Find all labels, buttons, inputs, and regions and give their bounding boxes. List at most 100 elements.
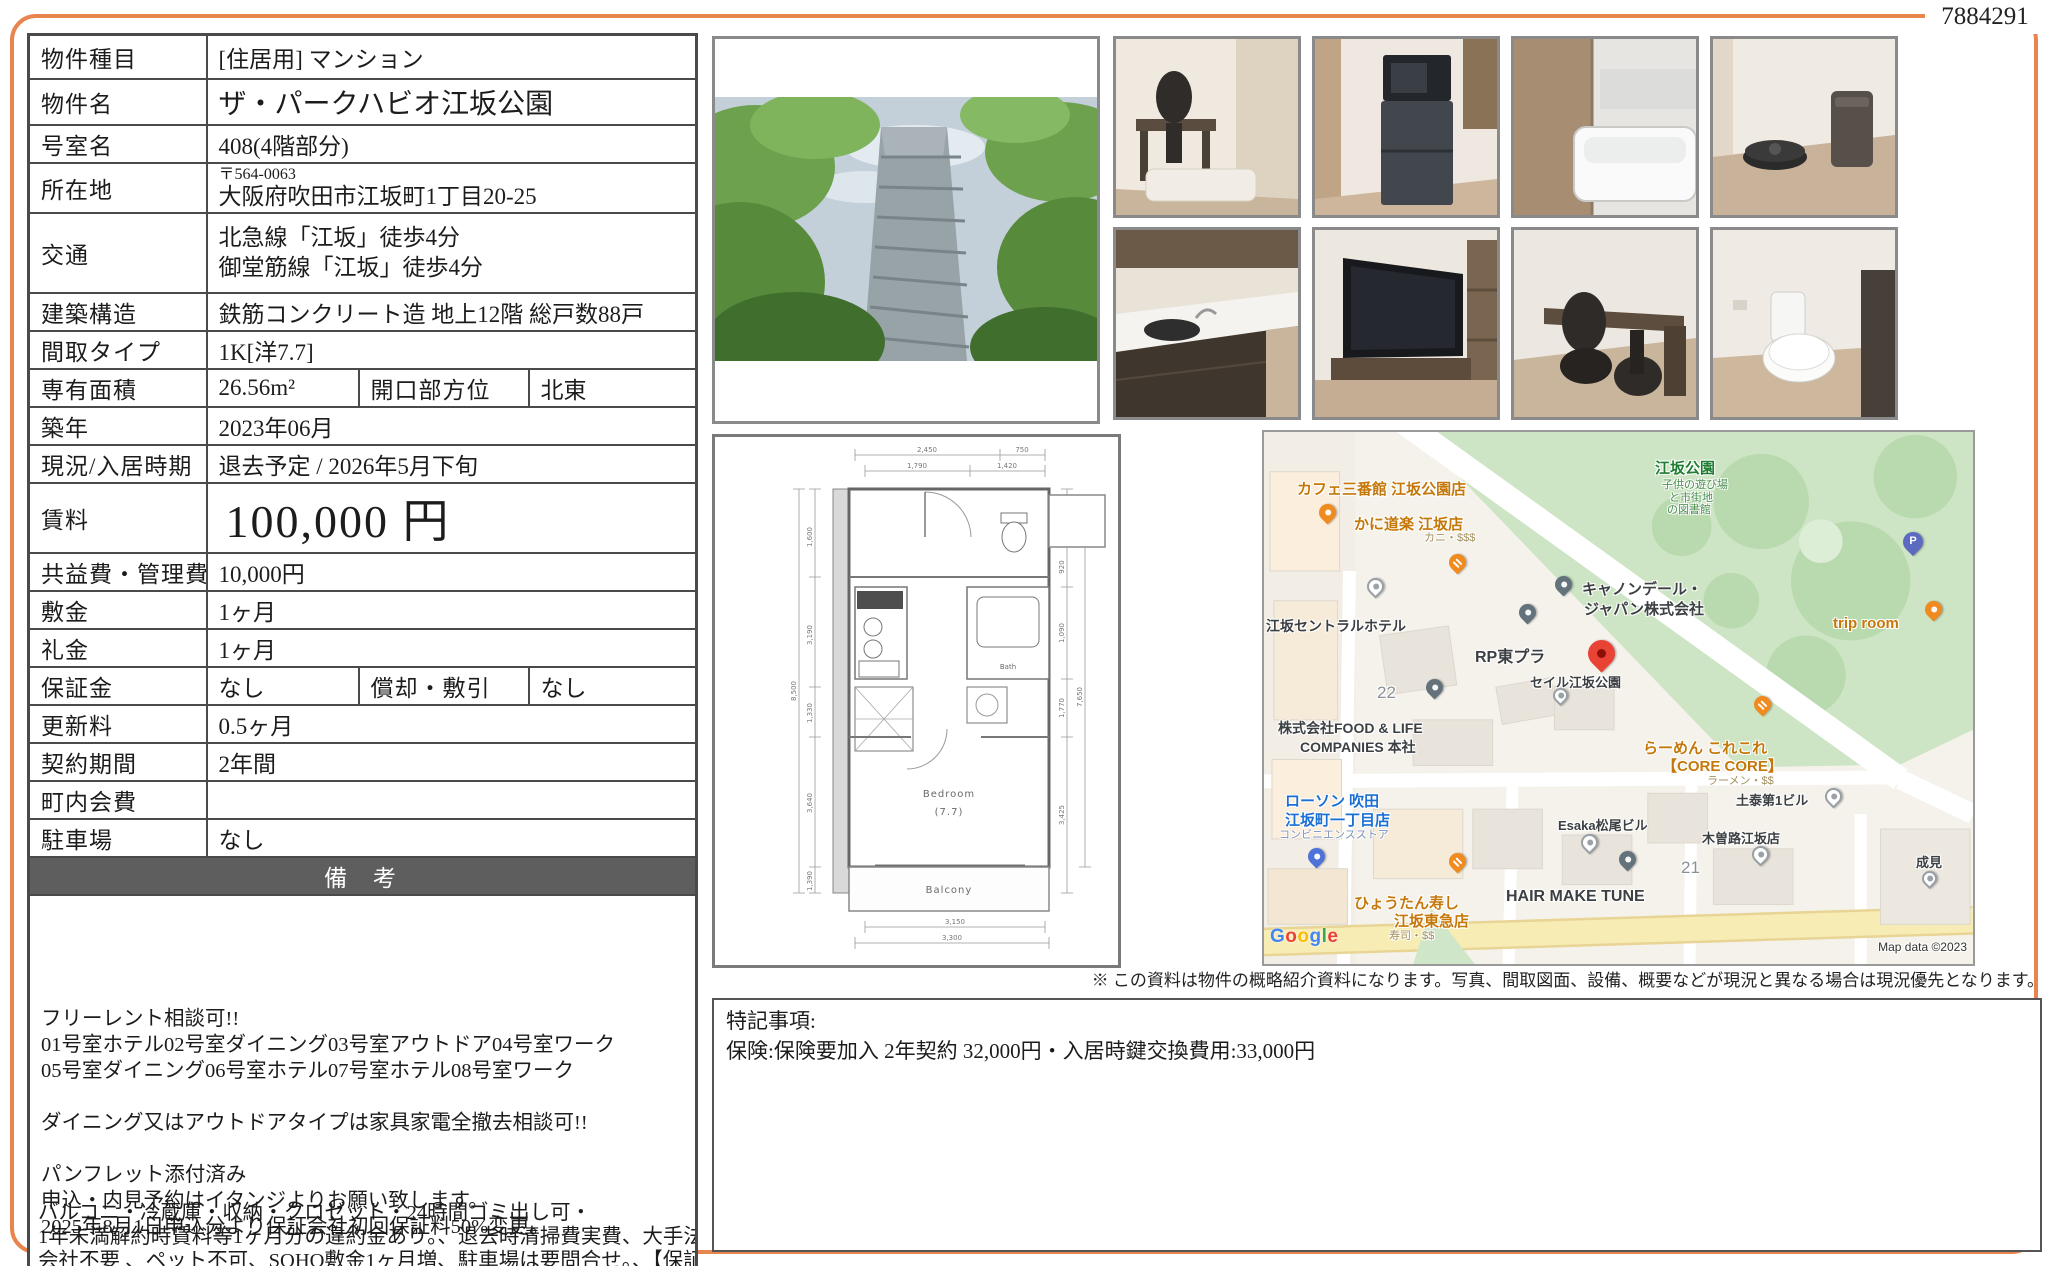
value-neighborhood-fee: [207, 781, 697, 819]
svg-text:3,190: 3,190: [806, 625, 814, 645]
value-rent: 100,000 円: [207, 483, 697, 553]
floor-plan: 2,450 750 1,790 1,420 1,600 3,190 1,330 …: [712, 434, 1121, 968]
photo-fridge-microwave: [1312, 36, 1500, 218]
value-opening-direction: 北東: [529, 369, 697, 407]
photo-desk-corner: [1511, 227, 1699, 420]
label-rent: 賃料: [29, 483, 207, 553]
photo-kitchen: [1113, 227, 1301, 420]
value-amortization: なし: [529, 667, 697, 705]
value-address: 〒564-0063 大阪府吹田市江坂町1丁目20-25: [207, 163, 697, 213]
parking-pin: P: [1899, 528, 1927, 556]
label-property-type: 物件種目: [29, 35, 207, 79]
svg-text:7,650: 7,650: [1076, 687, 1084, 707]
label-deposit: 敷金: [29, 591, 207, 629]
label-guarantee-deposit: 保証金: [29, 667, 207, 705]
map-label-sail-esaka: セイル江坂公園: [1530, 672, 1621, 691]
map-label-esaka-matsuo: Esaka松尾ビル: [1558, 815, 1648, 834]
property-flyer-page: 7884291 物件種目 [住居用] マンション 物件名 ザ・パークハビオ江坂公…: [0, 0, 2056, 1266]
label-contract-period: 契約期間: [29, 743, 207, 781]
map-label-food-life-1: 株式会社FOOD & LIFE: [1278, 718, 1423, 738]
label-neighborhood-fee: 町内会費: [29, 781, 207, 819]
location-map: P カフェ三番館 江坂公園店 かに道楽 江坂店 カニ・$$$ 江坂公園 子供の遊…: [1262, 430, 1975, 966]
map-label-hyotan-sub: 寿司・$$: [1389, 927, 1434, 943]
remarks-cell: フリーレント相談可!! 01号室ホテル02号室ダイニング03号室アウトドア04号…: [29, 895, 697, 1266]
google-letter: o: [1285, 926, 1297, 947]
map-background: [1264, 432, 1973, 964]
remarks-line: 05号室ダイニング06号室ホテル07号室ホテル08号室ワーク: [41, 1058, 689, 1084]
map-label-lawson-sub: コンビニエンスストア: [1279, 826, 1389, 842]
label-address: 所在地: [29, 163, 207, 213]
svg-text:3,425: 3,425: [1058, 805, 1066, 825]
map-label-esaka-central-hotel: 江坂セントラルホテル: [1266, 616, 1406, 636]
transport-line-1: 北急線「江坂」徒歩4分: [219, 223, 690, 253]
value-status-movein: 退去予定 / 2026年5月下旬: [207, 445, 697, 483]
document-id: 7884291: [1925, 0, 2045, 34]
label-opening-direction: 開口部方位: [359, 369, 529, 407]
value-parking: なし: [207, 819, 697, 857]
label-status-movein: 現況/入居時期: [29, 445, 207, 483]
remarks-line: 01号室ホテル02号室ダイニング03号室アウトドア04号室ワーク: [41, 1032, 689, 1058]
label-key-money: 礼金: [29, 629, 207, 667]
svg-text:3,150: 3,150: [945, 918, 965, 926]
map-label-cafe-sanbankan: カフェ三番館 江坂公園店: [1297, 478, 1466, 499]
map-label-cannondale-2: ジャパン株式会社: [1584, 598, 1704, 619]
label-property-name: 物件名: [29, 79, 207, 125]
map-label-dotai-bldg: 土泰第1ビル: [1736, 790, 1808, 809]
photo-tv-stand: [1312, 227, 1500, 420]
svg-text:2,450: 2,450: [917, 446, 937, 454]
map-label-food-life-2: COMPANIES 本社: [1300, 737, 1416, 757]
value-deposit: 1ヶ月: [207, 591, 697, 629]
svg-text:3,300: 3,300: [942, 934, 962, 942]
special-notes-title: 特記事項:: [726, 1006, 2028, 1036]
svg-text:1,390: 1,390: [806, 871, 814, 891]
postal-code: 〒564-0063: [219, 166, 690, 184]
map-label-rp-higashi: RP東プラ: [1475, 643, 1545, 667]
value-property-type: [住居用] マンション: [207, 35, 697, 79]
remarks-line: 会社不要 、ペット不可、SOHO敷金1ヶ月増、駐車場は要問合せ。、【保証人代: [38, 1249, 691, 1266]
property-spec-table: 物件種目 [住居用] マンション 物件名 ザ・パークハビオ江坂公園 号室名 40…: [27, 33, 698, 1266]
value-guarantee-deposit: なし: [207, 667, 359, 705]
google-letter: g: [1310, 926, 1322, 947]
svg-text:Bedroom: Bedroom: [923, 789, 975, 800]
value-key-money: 1ヶ月: [207, 629, 697, 667]
value-room-number: 408(4階部分): [207, 125, 697, 163]
photo-air-purifier: [1710, 36, 1898, 218]
svg-text:1,330: 1,330: [806, 703, 814, 723]
map-label-hair-make-tune: HAIR MAKE TUNE: [1506, 888, 1645, 906]
svg-text:750: 750: [1015, 446, 1028, 454]
google-letter: o: [1297, 926, 1309, 947]
map-label-kanidoraku-sub: カニ・$$$: [1424, 529, 1475, 545]
map-label-cannondale-1: キャノンデール・: [1582, 578, 1702, 599]
label-common-fee: 共益費・管理費: [29, 553, 207, 591]
map-label-lawson-1: ローソン 吹田: [1285, 790, 1379, 811]
svg-text:920: 920: [1058, 560, 1066, 573]
transport-line-2: 御堂筋線「江坂」徒歩4分: [219, 253, 690, 283]
value-property-name: ザ・パークハビオ江坂公園: [207, 79, 697, 125]
special-notes-box: 特記事項: 保険:保険要加入 2年契約 32,000円・入居時鍵交換費用:33,…: [712, 998, 2042, 1252]
map-label-block-21: 21: [1681, 858, 1700, 878]
remarks-line: パンフレット添付済み: [41, 1162, 689, 1188]
label-layout-type: 間取タイプ: [29, 331, 207, 369]
photo-building-exterior: [712, 36, 1100, 424]
label-floor-area: 専有面積: [29, 369, 207, 407]
map-label-kisoji: 木曽路江坂店: [1702, 828, 1780, 847]
svg-text:1,770: 1,770: [1058, 698, 1066, 718]
value-structure: 鉄筋コンクリート造 地上12階 総戸数88戸: [207, 293, 697, 331]
map-label-route-22: 22: [1377, 683, 1396, 703]
label-renewal-fee: 更新料: [29, 705, 207, 743]
remarks-header: 備 考: [29, 857, 697, 895]
svg-text:1,790: 1,790: [907, 462, 927, 470]
label-parking: 駐車場: [29, 819, 207, 857]
svg-text:Balcony: Balcony: [926, 885, 973, 896]
svg-text:1,600: 1,600: [806, 527, 814, 547]
svg-text:(7.7): (7.7): [935, 807, 964, 818]
special-notes-line: 保険:保険要加入 2年契約 32,000円・入居時鍵交換費用:33,000円: [726, 1036, 2028, 1066]
svg-text:Bath: Bath: [1000, 663, 1016, 671]
svg-text:1,090: 1,090: [1058, 623, 1066, 643]
address-text: 大阪府吹田市江坂町1丁目20-25: [219, 184, 690, 210]
remarks-line: [41, 1136, 689, 1162]
remarks-line: ダイニング又はアウトドアタイプは家具家電全撤去相談可!!: [41, 1110, 689, 1136]
svg-text:3,640: 3,640: [806, 793, 814, 813]
photo-desk-room: [1113, 36, 1301, 218]
label-room-number: 号室名: [29, 125, 207, 163]
